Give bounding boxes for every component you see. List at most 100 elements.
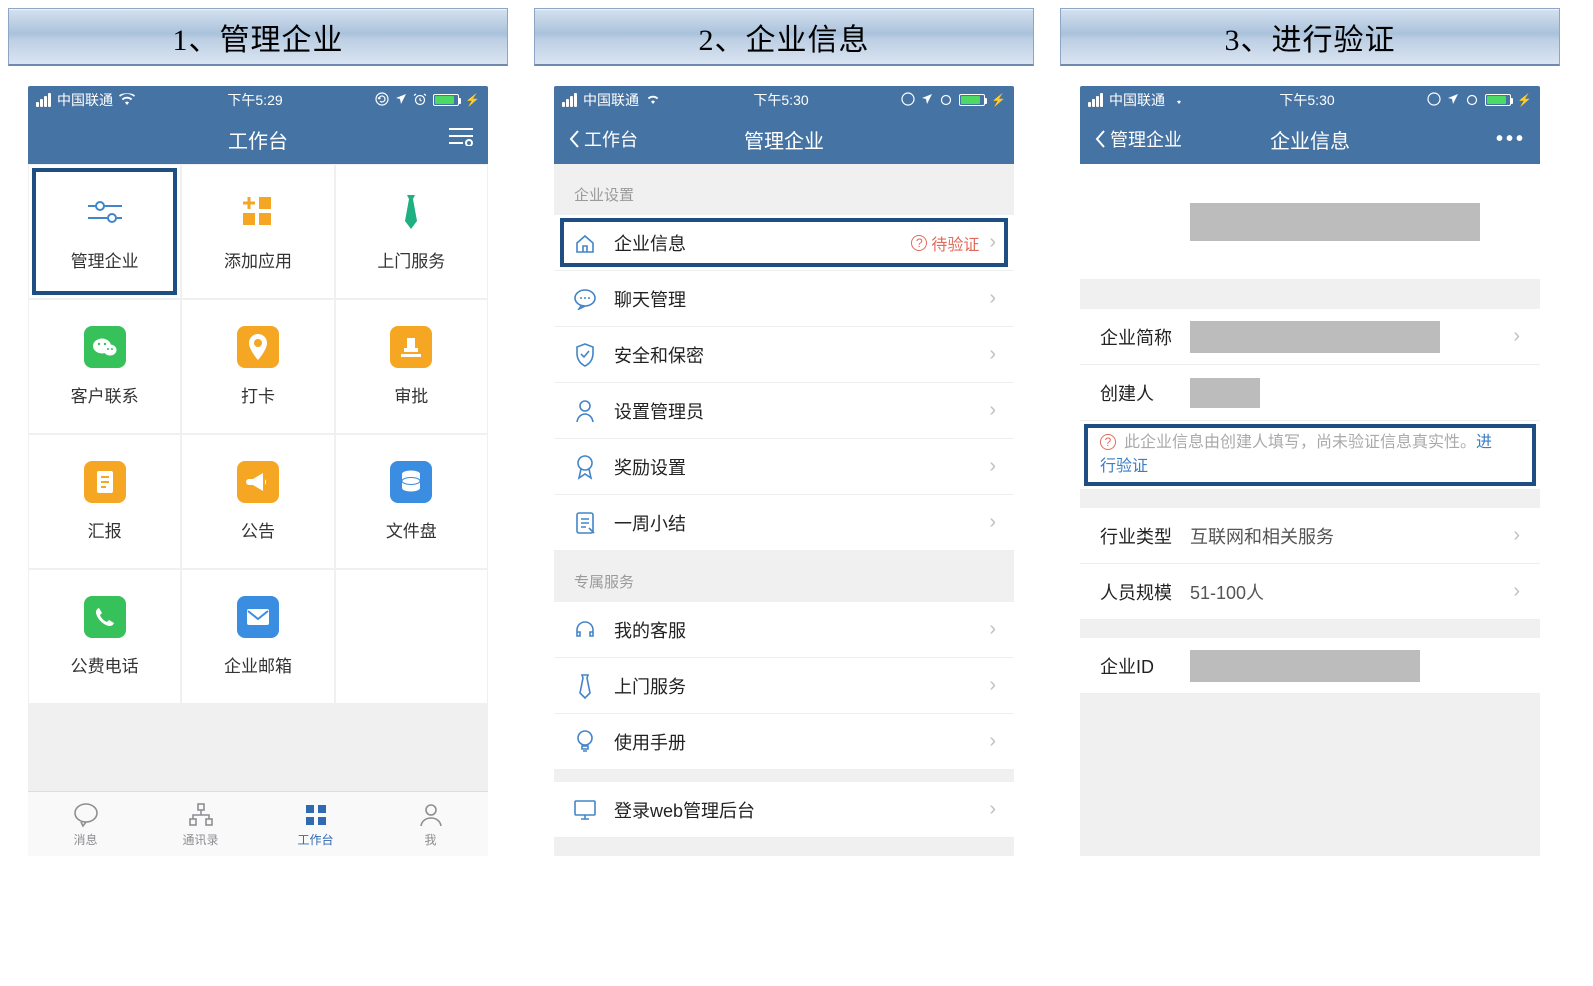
notice-text: 此企业信息由创建人填写，尚未验证信息真实性。 [1124,434,1476,451]
row-label: 奖励设置 [614,454,989,480]
row-weekly-summary[interactable]: 一周小结 › [554,495,1014,551]
carrier-label: 中国联通 [583,90,639,110]
wifi-icon [1171,92,1187,108]
tab-contacts[interactable]: 通讯录 [143,792,258,856]
app-label: 汇报 [88,517,122,542]
row-label: 行业类型 [1100,523,1190,549]
row-web-admin[interactable]: 登录web管理后台 › [554,782,1014,838]
battery-icon [433,94,459,106]
section-header-services: 专属服务 [554,551,1014,602]
app-add-app[interactable]: 添加应用 [181,164,334,299]
question-icon: ? [911,235,927,251]
bulb-icon [572,729,598,755]
phone-icon [84,596,126,638]
verify-notice: ?此企业信息由创建人填写，尚未验证信息真实性。进行验证 [1080,421,1540,490]
tab-label: 消息 [73,831,97,848]
app-label: 企业邮箱 [224,652,292,677]
row-label: 企业ID [1100,653,1190,679]
row-reward-settings[interactable]: 奖励设置 › [554,439,1014,495]
nav-title: 企业信息 [1184,125,1436,154]
app-customer-contact[interactable]: 客户联系 [28,299,181,434]
tab-workbench[interactable]: 工作台 [258,792,373,856]
row-label: 安全和保密 [614,342,989,368]
row-user-manual[interactable]: 使用手册 › [554,714,1014,770]
app-manage-enterprise[interactable]: 管理企业 [28,164,181,299]
app-filedisk[interactable]: 文件盘 [335,434,488,569]
database-icon [390,461,432,503]
tab-messages[interactable]: 消息 [28,792,143,856]
step-3-header: 3、进行验证 [1060,8,1560,66]
more-icon[interactable]: ••• [1496,128,1526,151]
app-grid: 管理企业 添加应用 上门服务 [28,164,488,704]
status-time: 下午5:29 [227,90,282,110]
sliders-icon [84,191,126,233]
redacted-block [1190,203,1480,241]
app-clock-in[interactable]: 打卡 [181,299,334,434]
row-label: 聊天管理 [614,286,989,312]
row-creator: 创建人 [1080,365,1540,421]
chat-icon [572,286,598,312]
row-label: 一周小结 [614,510,989,536]
panel-1: 1、管理企业 中国联通 下午5:29 [8,8,508,978]
info-content: 企业简称 › 创建人 ?此企业信息由创建人填写，尚未验证信息真实性。进行验证 行… [1080,164,1540,856]
pin-icon [237,326,279,368]
chevron-right-icon: › [1513,325,1520,348]
battery-icon [959,94,985,106]
stamp-icon [390,326,432,368]
nav-title: 管理企业 [658,125,910,154]
row-security[interactable]: 安全和保密 › [554,327,1014,383]
tab-me[interactable]: 我 [373,792,488,856]
manage-content: 企业设置 企业信息 ?待验证 › 聊天管理 › 安全和保密 › [554,164,1014,856]
app-label: 添加应用 [224,247,292,272]
settings-list: 企业信息 ?待验证 › 聊天管理 › 安全和保密 › 设置管理员 [554,215,1014,551]
workbench-content: 管理企业 添加应用 上门服务 [28,164,488,856]
tie-icon [390,191,432,233]
row-customer-service[interactable]: 我的客服 › [554,602,1014,658]
app-label: 打卡 [241,382,275,407]
enterprise-name-row[interactable] [1080,164,1540,279]
row-label: 企业简称 [1100,324,1190,350]
alarm-icon [413,92,427,109]
wifi-icon [645,92,661,108]
chevron-right-icon: › [1513,580,1520,603]
status-time: 下午5:30 [1279,90,1334,110]
add-tiles-icon [237,191,279,233]
row-staff-scale[interactable]: 人员规模 51-100人 › [1080,564,1540,620]
carrier-label: 中国联通 [57,90,113,110]
signal-icon [36,93,51,107]
panel-2: 2、企业信息 中国联通 下午5:30 ⚡ [534,8,1034,978]
location-icon [395,92,407,108]
app-label: 公告 [241,517,275,542]
step-2-header: 2、企业信息 [534,8,1034,66]
phone-2: 中国联通 下午5:30 ⚡ 工作台 管理企业 [554,86,1014,856]
medal-icon [572,454,598,480]
redacted-block [1190,321,1440,353]
person-icon [417,801,445,829]
app-announcement[interactable]: 公告 [181,434,334,569]
app-enterprise-mail[interactable]: 企业邮箱 [181,569,334,704]
app-label: 审批 [394,382,428,407]
orientation-lock-icon [901,92,915,109]
row-industry[interactable]: 行业类型 互联网和相关服务 › [1080,508,1540,564]
app-report[interactable]: 汇报 [28,434,181,569]
location-icon [921,92,933,108]
row-chat-manage[interactable]: 聊天管理 › [554,271,1014,327]
list-settings-icon[interactable] [448,126,474,152]
row-short-name[interactable]: 企业简称 › [1080,309,1540,365]
tie-icon [572,673,598,699]
back-button[interactable]: 管理企业 [1094,126,1182,152]
back-button[interactable]: 工作台 [568,126,638,152]
alarm-icon [939,92,953,109]
app-onsite-service[interactable]: 上门服务 [335,164,488,299]
app-approval[interactable]: 审批 [335,299,488,434]
row-label: 企业信息 [614,230,911,256]
row-onsite-service[interactable]: 上门服务 › [554,658,1014,714]
row-enterprise-info[interactable]: 企业信息 ?待验证 › [554,215,1014,271]
section-header-settings: 企业设置 [554,164,1014,215]
chat-bubble-icon [72,801,100,829]
back-label: 工作台 [584,126,638,152]
charging-icon: ⚡ [1517,93,1532,107]
app-free-call[interactable]: 公费电话 [28,569,181,704]
chevron-left-icon [1094,129,1106,149]
row-admin-setup[interactable]: 设置管理员 › [554,383,1014,439]
